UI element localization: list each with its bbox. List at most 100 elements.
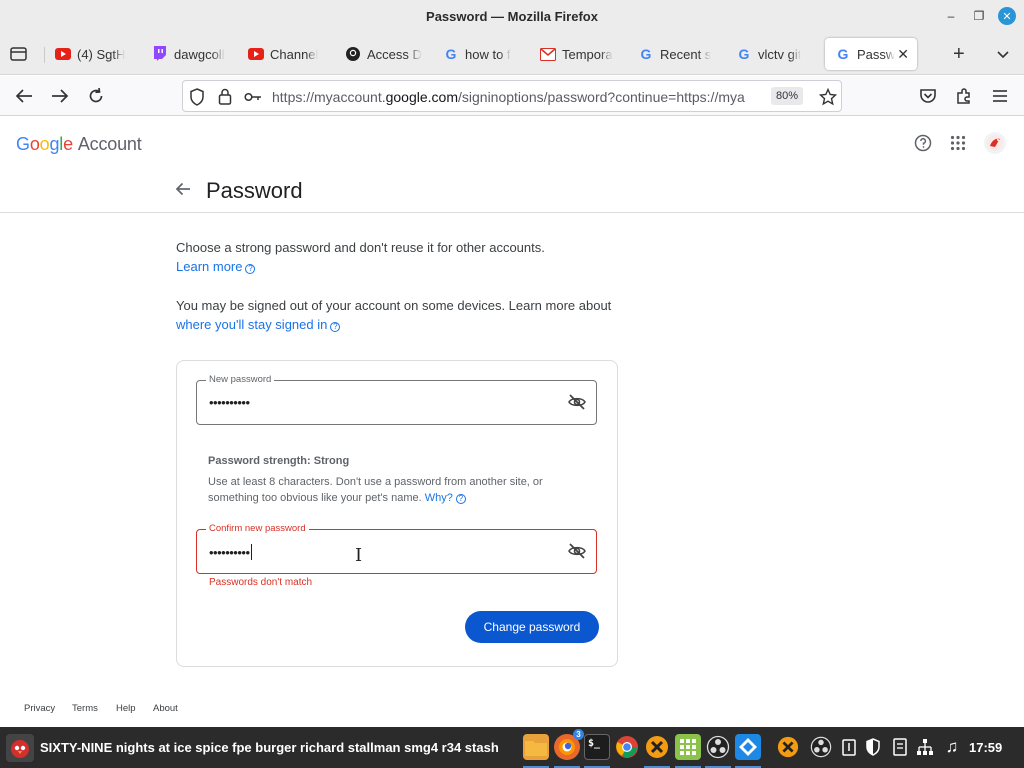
logo-letter: g — [49, 134, 60, 154]
footer-privacy-link[interactable]: Privacy — [24, 703, 55, 714]
twitch-icon — [152, 46, 168, 62]
strength-desc-text: Use at least 8 characters. Don't use a p… — [208, 476, 543, 504]
shield-tray-icon[interactable] — [860, 734, 886, 760]
new-tab-button[interactable]: + — [953, 44, 965, 64]
github-icon — [345, 46, 361, 62]
obs-tray-icon[interactable] — [808, 734, 834, 760]
tab-label: Tempora — [562, 46, 613, 62]
intro-paragraph: Choose a strong password and don't reuse… — [176, 238, 545, 276]
terminal-icon[interactable]: $_ — [584, 734, 610, 760]
tab-temp-mail[interactable]: Tempora — [540, 38, 620, 70]
maximize-button[interactable]: ❐ — [970, 7, 988, 25]
file-manager-icon[interactable] — [523, 734, 549, 760]
app-launcher-icon[interactable] — [735, 734, 761, 760]
tab-label: dawgcoll — [174, 46, 225, 62]
eye-off-icon[interactable] — [567, 542, 587, 565]
clipboard-icon[interactable] — [836, 734, 862, 760]
tab-list-icon[interactable] — [8, 43, 30, 65]
tab-twitch[interactable]: dawgcoll — [152, 38, 232, 70]
learn-more-link[interactable]: Learn more — [176, 259, 242, 274]
youtube-icon — [248, 46, 264, 62]
password-strength-title: Password strength: Strong — [208, 455, 350, 467]
window-title: Password — Mozilla Firefox — [426, 9, 598, 24]
google-account-logo[interactable]: Google Account — [16, 134, 142, 155]
bookmark-star-icon[interactable] — [818, 87, 838, 111]
lock-icon[interactable] — [218, 88, 232, 110]
intro-text: Choose a strong password and don't reuse… — [176, 240, 545, 255]
network-icon[interactable] — [912, 734, 938, 760]
obs-studio-icon[interactable] — [705, 734, 731, 760]
tab-close-icon[interactable]: ✕ — [897, 46, 909, 63]
account-avatar[interactable] — [984, 132, 1006, 154]
tab-strip: (4) SgtH dawgcoll Channel Access D G how… — [0, 33, 1024, 75]
tab-password-active[interactable]: G Passw ✕ — [825, 38, 917, 70]
confirm-password-value: •••••••••• — [209, 544, 252, 560]
minimize-button[interactable]: – — [942, 7, 960, 25]
chrome-icon[interactable] — [614, 734, 640, 760]
footer-terms-link[interactable]: Terms — [72, 703, 98, 714]
youtube-icon — [55, 46, 71, 62]
footer-about-link[interactable]: About — [153, 703, 178, 714]
help-icon: ? — [245, 264, 256, 274]
change-password-button[interactable]: Change password — [465, 611, 599, 643]
tab-github[interactable]: Access D — [345, 38, 423, 70]
url-suffix: /signinoptions/password?continue=https:/… — [458, 89, 745, 105]
help-icon: ? — [455, 494, 466, 504]
tab-label: Channel — [270, 46, 319, 62]
angry-bird-app-icon[interactable] — [6, 734, 34, 762]
help-icon[interactable] — [914, 134, 932, 157]
google-icon: G — [837, 46, 849, 62]
chevron-down-icon[interactable] — [996, 47, 1010, 65]
extensions-icon[interactable] — [954, 86, 974, 106]
shield-icon[interactable] — [189, 88, 205, 111]
tab-label: vlctv git — [758, 46, 802, 62]
pocket-icon[interactable] — [918, 86, 938, 106]
why-link[interactable]: Why? — [425, 492, 453, 504]
forward-arrow-icon[interactable] — [50, 86, 70, 106]
back-arrow-icon[interactable] — [175, 182, 191, 201]
url-prefix: https://myaccount. — [272, 89, 386, 105]
clock: 17:59 — [969, 740, 1003, 755]
window-titlebar: Password — Mozilla Firefox – ❐ ✕ — [0, 0, 1024, 33]
hamburger-menu-icon[interactable] — [990, 86, 1010, 106]
tab-youtube-sgth[interactable]: (4) SgtH — [55, 38, 135, 70]
google-icon: G — [445, 46, 457, 62]
notes-icon[interactable] — [887, 734, 913, 760]
eye-off-icon[interactable] — [567, 393, 587, 416]
tab-how-to[interactable]: G how to f — [443, 38, 521, 70]
tab-label: Access D — [367, 46, 422, 62]
xmind-icon[interactable] — [644, 734, 670, 760]
google-icon: G — [738, 46, 750, 62]
confirm-password-field[interactable]: Confirm new password •••••••••• — [196, 523, 597, 574]
new-password-label: New password — [206, 374, 275, 385]
desktop-taskbar: SIXTY-NINE nights at ice spice fpe burge… — [0, 727, 1024, 768]
reload-icon[interactable] — [86, 86, 106, 106]
tab-recent[interactable]: G Recent s — [638, 38, 718, 70]
music-note-icon[interactable]: ♫ — [939, 734, 965, 760]
firefox-icon[interactable]: 3 — [554, 729, 584, 760]
tab-youtube-channel[interactable]: Channel — [248, 38, 324, 70]
password-strength-description: Use at least 8 characters. Don't use a p… — [208, 474, 588, 506]
password-form-card: New password •••••••••• Password strengt… — [176, 360, 618, 667]
stay-signed-in-link[interactable]: where you'll stay signed in — [176, 317, 327, 332]
tab-label: Passw — [857, 46, 895, 62]
text-cursor-ibeam: I — [355, 545, 363, 566]
footer-help-link[interactable]: Help — [116, 703, 136, 714]
back-arrow-icon[interactable] — [14, 86, 34, 106]
url-text[interactable]: https://myaccount.google.com/signinoptio… — [272, 89, 767, 105]
help-icon: ? — [330, 322, 341, 332]
new-password-value: •••••••••• — [209, 395, 250, 410]
logo-letter: o — [29, 134, 40, 154]
tab-label: (4) SgtH — [77, 46, 126, 62]
zoom-level-button[interactable]: 80% — [771, 87, 804, 105]
xmind-tray-icon[interactable] — [775, 734, 801, 760]
tab-vlctv[interactable]: G vlctv git — [736, 38, 816, 70]
close-window-button[interactable]: ✕ — [998, 7, 1016, 25]
signed-out-text: You may be signed out of your account on… — [176, 298, 612, 313]
notification-badge: 3 — [573, 729, 584, 740]
key-icon[interactable] — [244, 90, 262, 108]
google-apps-grid-icon[interactable] — [950, 135, 966, 156]
url-bar[interactable]: https://myaccount.google.com/signinoptio… — [182, 80, 842, 112]
new-password-field[interactable]: New password •••••••••• — [196, 374, 597, 425]
spreadsheet-icon[interactable] — [675, 734, 701, 760]
